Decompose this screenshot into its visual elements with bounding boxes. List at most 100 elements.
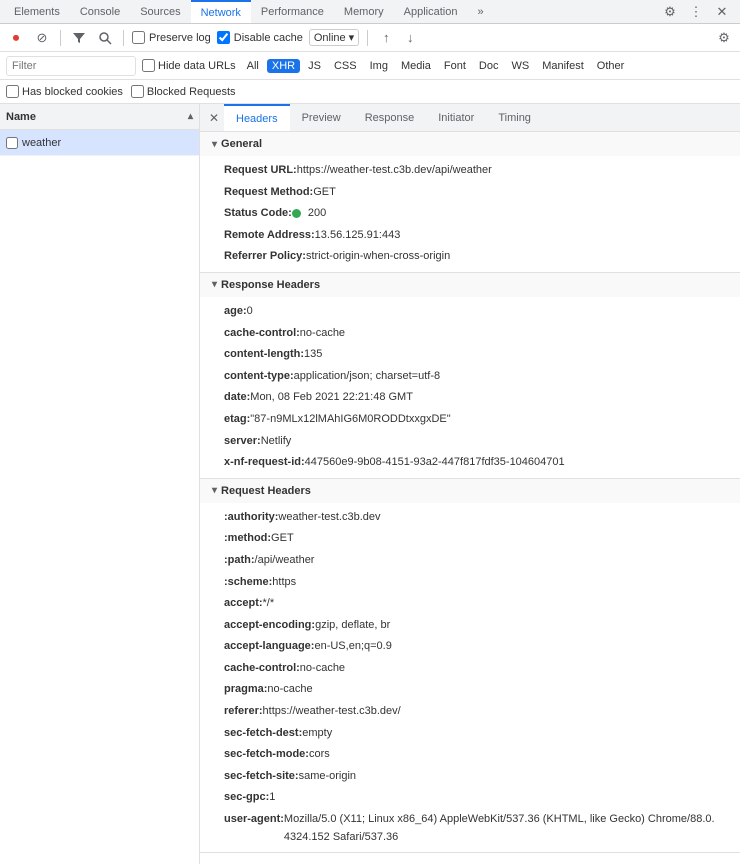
rh-date: date: Mon, 08 Feb 2021 22:21:48 GMT — [200, 387, 740, 409]
reqh-cache-control: cache-control: no-cache — [200, 658, 740, 680]
general-request-url: Request URL: https://weather-test.c3b.de… — [200, 160, 740, 182]
devtools-tab-bar: Elements Console Sources Network Perform… — [0, 0, 740, 24]
general-status-code: Status Code: 200 — [200, 203, 740, 225]
reqh-sec-gpc: sec-gpc: 1 — [200, 787, 740, 809]
tab-overflow[interactable]: » — [467, 0, 493, 23]
network-settings-icon[interactable]: ⚙ — [714, 28, 734, 48]
request-headers-content: :authority: weather-test.c3b.dev :method… — [200, 503, 740, 853]
reqh-accept-language: accept-language: en-US,en;q=0.9 — [200, 636, 740, 658]
filter-manifest-button[interactable]: Manifest — [537, 59, 589, 73]
extra-filter-bar: Has blocked cookies Blocked Requests — [0, 80, 740, 104]
reqh-authority: :authority: weather-test.c3b.dev — [200, 507, 740, 529]
rh-x-nf-request-id: x-nf-request-id: 447560e9-9b08-4151-93a2… — [200, 452, 740, 474]
hide-data-urls-label[interactable]: Hide data URLs — [142, 59, 236, 72]
close-devtools-icon[interactable]: ✕ — [712, 2, 732, 22]
detail-tab-headers[interactable]: Headers — [224, 104, 290, 131]
name-column-header[interactable]: Name ▴ — [0, 104, 199, 130]
reqh-path: :path: /api/weather — [200, 550, 740, 572]
throttle-dropdown[interactable]: Online ▾ — [309, 29, 359, 46]
response-headers-content: age: 0 cache-control: no-cache content-l… — [200, 297, 740, 478]
disable-cache-label[interactable]: Disable cache — [217, 31, 303, 44]
rh-content-length: content-length: 135 — [200, 344, 740, 366]
chevron-down-icon: ▾ — [349, 31, 355, 44]
general-chevron-icon: ▾ — [212, 139, 217, 150]
filter-bar: Hide data URLs All XHR JS CSS Img Media … — [0, 52, 740, 80]
response-headers-section-header[interactable]: ▾ Response Headers — [200, 273, 740, 297]
tab-bar-actions: ⚙ ⋮ ✕ — [660, 2, 736, 22]
filter-icon[interactable] — [69, 28, 89, 48]
general-section-header[interactable]: ▾ General — [200, 132, 740, 156]
filter-js-button[interactable]: JS — [303, 59, 326, 73]
filter-media-button[interactable]: Media — [396, 59, 436, 73]
filter-img-button[interactable]: Img — [365, 59, 393, 73]
filter-all-button[interactable]: All — [242, 59, 264, 73]
row-checkbox[interactable] — [6, 137, 18, 149]
record-button[interactable]: ⏺ — [6, 28, 26, 48]
filter-doc-button[interactable]: Doc — [474, 59, 504, 73]
main-area: Name ▴ weather ✕ Headers Preview Respons… — [0, 104, 740, 864]
has-blocked-cookies-label[interactable]: Has blocked cookies — [6, 85, 123, 98]
disable-cache-checkbox[interactable] — [217, 31, 230, 44]
tab-elements[interactable]: Elements — [4, 0, 70, 23]
filter-css-button[interactable]: CSS — [329, 59, 362, 73]
request-headers-chevron-icon: ▾ — [212, 485, 217, 496]
detail-tab-initiator[interactable]: Initiator — [426, 104, 486, 131]
tab-memory[interactable]: Memory — [334, 0, 394, 23]
clear-button[interactable]: ⊘ — [32, 28, 52, 48]
tab-performance[interactable]: Performance — [251, 0, 334, 23]
blocked-requests-label[interactable]: Blocked Requests — [131, 85, 236, 98]
reqh-user-agent: user-agent: Mozilla/5.0 (X11; Linux x86_… — [200, 809, 740, 848]
reqh-accept-encoding: accept-encoding: gzip, deflate, br — [200, 615, 740, 637]
preserve-log-checkbox[interactable] — [132, 31, 145, 44]
filter-font-button[interactable]: Font — [439, 59, 471, 73]
settings-icon[interactable]: ⚙ — [660, 2, 680, 22]
tab-application[interactable]: Application — [394, 0, 468, 23]
rh-age: age: 0 — [200, 301, 740, 323]
more-icon[interactable]: ⋮ — [686, 2, 706, 22]
detail-tabs: ✕ Headers Preview Response Initiator Tim… — [200, 104, 740, 132]
detail-panel[interactable]: ✕ Headers Preview Response Initiator Tim… — [200, 104, 740, 864]
filter-type-buttons: All XHR JS CSS Img Media Font Doc WS Man… — [242, 59, 630, 73]
reqh-sec-fetch-mode: sec-fetch-mode: cors — [200, 744, 740, 766]
preserve-log-label[interactable]: Preserve log — [132, 31, 211, 44]
detail-tab-response[interactable]: Response — [353, 104, 427, 131]
general-request-method: Request Method: GET — [200, 182, 740, 204]
reqh-scheme: :scheme: https — [200, 572, 740, 594]
filter-xhr-button[interactable]: XHR — [267, 59, 300, 73]
separator-2 — [123, 30, 124, 46]
tabs-left: Elements Console Sources Network Perform… — [4, 0, 494, 23]
import-button[interactable]: ↑ — [376, 28, 396, 48]
request-row-weather[interactable]: weather — [0, 130, 199, 156]
tab-sources[interactable]: Sources — [130, 0, 190, 23]
export-button[interactable]: ↓ — [400, 28, 420, 48]
reqh-referer: referer: https://weather-test.c3b.dev/ — [200, 701, 740, 723]
reqh-accept: accept: */* — [200, 593, 740, 615]
rh-content-type: content-type: application/json; charset=… — [200, 366, 740, 388]
detail-tab-timing[interactable]: Timing — [486, 104, 543, 131]
filter-other-button[interactable]: Other — [592, 59, 630, 73]
hide-data-urls-checkbox[interactable] — [142, 59, 155, 72]
network-toolbar: ⏺ ⊘ Preserve log Disable cache Online ▾ … — [0, 24, 740, 52]
request-headers-section-header[interactable]: ▾ Request Headers — [200, 479, 740, 503]
has-blocked-cookies-checkbox[interactable] — [6, 85, 19, 98]
rh-etag: etag: "87-n9MLx12lMAhIG6M0RODDtxxgxDE" — [200, 409, 740, 431]
filter-input[interactable] — [12, 60, 130, 72]
separator-3 — [367, 30, 368, 46]
name-panel: Name ▴ weather — [0, 104, 200, 864]
general-referrer-policy: Referrer Policy: strict-origin-when-cros… — [200, 246, 740, 268]
reqh-method: :method: GET — [200, 528, 740, 550]
general-remote-address: Remote Address: 13.56.125.91:443 — [200, 225, 740, 247]
tab-console[interactable]: Console — [70, 0, 130, 23]
close-detail-tab-button[interactable]: ✕ — [204, 108, 224, 128]
sort-asc-icon: ▴ — [188, 111, 193, 122]
blocked-requests-checkbox[interactable] — [131, 85, 144, 98]
detail-tab-preview[interactable]: Preview — [290, 104, 353, 131]
filter-input-wrap[interactable] — [6, 56, 136, 76]
filter-ws-button[interactable]: WS — [506, 59, 534, 73]
reqh-sec-fetch-site: sec-fetch-site: same-origin — [200, 766, 740, 788]
tab-network[interactable]: Network — [191, 0, 251, 23]
response-headers-section: ▾ Response Headers age: 0 cache-control:… — [200, 273, 740, 479]
search-icon[interactable] — [95, 28, 115, 48]
rh-server: server: Netlify — [200, 431, 740, 453]
general-section: ▾ General Request URL: https://weather-t… — [200, 132, 740, 273]
